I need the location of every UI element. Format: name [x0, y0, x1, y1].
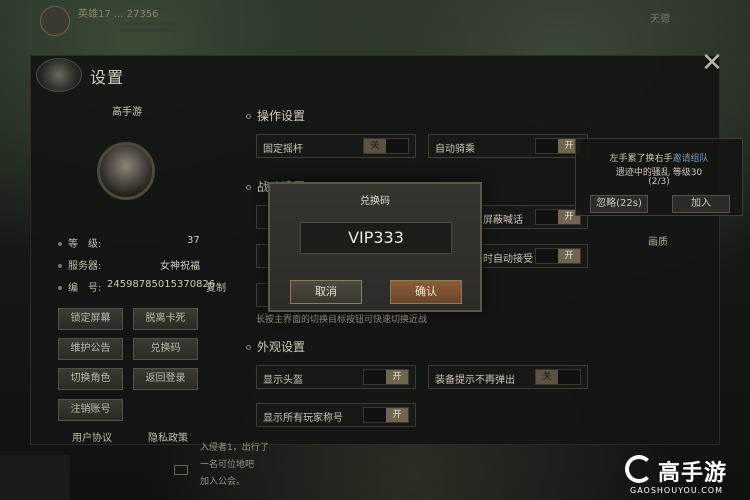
settings-emblem-icon: [36, 58, 82, 92]
delete-account-button[interactable]: 注销账号: [58, 399, 123, 421]
team-invite-text: 左手累了换右手邀请组队: [609, 154, 709, 164]
equip-tip-setting: 装备提示不再弹出 关: [428, 365, 588, 389]
watermark-logo-icon: [625, 455, 653, 483]
block-shout-label: 屏蔽喊话: [483, 215, 523, 226]
join-team-button[interactable]: 加入: [672, 195, 730, 213]
chat-line: 入侵者1，出行了: [200, 443, 269, 453]
chat-line: 加入公会。: [200, 477, 246, 487]
cancel-button[interactable]: 取消: [290, 280, 362, 304]
player-status-bars: [120, 22, 180, 34]
top-hud: 英雄17 ... 27356 天德: [0, 0, 750, 40]
profile-name: 高手游: [112, 107, 142, 118]
id-label: 编 号:: [68, 283, 102, 294]
appearance-section-title: 外观设置: [246, 338, 305, 355]
dialog-title: 兑换码: [360, 196, 390, 207]
redeem-code-dialog: 兑换码 VIP333 取消 确认: [268, 182, 482, 312]
close-button[interactable]: ✕: [700, 50, 724, 76]
maintenance-notice-button[interactable]: 维护公告: [58, 338, 123, 360]
auto-mount-label: 自动骑乘: [435, 144, 475, 155]
confirm-button[interactable]: 确认: [390, 280, 462, 304]
return-login-button[interactable]: 返回登录: [133, 368, 198, 390]
level-value: 37: [187, 235, 200, 246]
auto-mount-setting: 自动骑乘 开: [428, 134, 588, 158]
graphics-quality-label: 画质: [648, 237, 668, 248]
team-invite-popup: 左手累了换右手邀请组队 遗迹中的骚乱 等级30 (2/3) 忽略(22s) 加入: [575, 138, 743, 216]
switch-character-button[interactable]: 切换角色: [58, 368, 123, 390]
copy-id-button[interactable]: 复制: [206, 279, 226, 294]
mail-icon[interactable]: [174, 465, 188, 475]
server-value: 女神祝福: [160, 261, 200, 272]
server-row: 服务器:: [58, 257, 101, 272]
show-titles-setting: 显示所有玩家称号 开: [256, 403, 416, 427]
privacy-policy-link[interactable]: 隐私政策: [148, 429, 188, 444]
team-quest-progress: (2/3): [648, 177, 670, 187]
chat-box[interactable]: 入侵者1，出行了 一名可位地吧 加入公会。: [200, 440, 410, 487]
auto-accept-label: 时自动接受: [483, 254, 533, 265]
watermark-brand: 高手游: [658, 461, 728, 486]
id-value: 245987850153708​26: [107, 279, 216, 290]
hud-location: 天德: [650, 14, 670, 25]
fixed-joystick-toggle[interactable]: 关: [363, 138, 409, 154]
fixed-joystick-setting: 固定摇杆 关: [256, 134, 416, 158]
show-titles-toggle[interactable]: 开: [363, 407, 409, 423]
close-icon: ✕: [701, 48, 723, 78]
show-titles-label: 显示所有玩家称号: [263, 413, 343, 424]
equip-tip-toggle[interactable]: 关: [535, 369, 581, 385]
show-helmet-toggle[interactable]: 开: [363, 369, 409, 385]
watermark-domain: GAOSHOUYOU.COM: [630, 486, 724, 495]
show-helmet-setting: 显示头盔 开: [256, 365, 416, 389]
operation-section-title: 操作设置: [246, 107, 305, 124]
switch-target-hint: 长按主界面的切换目标按钮可快速切换近战: [256, 315, 428, 325]
auto-accept-toggle[interactable]: 开: [535, 248, 581, 264]
player-avatar[interactable]: [40, 6, 70, 36]
minimap[interactable]: [0, 455, 70, 500]
hud-right-label: 天德: [650, 10, 670, 25]
redeem-code-button[interactable]: 兑换码: [133, 338, 198, 360]
redeem-code-input[interactable]: VIP333: [300, 222, 452, 254]
lock-screen-button[interactable]: 锁定屏幕: [58, 308, 123, 330]
fixed-joystick-label: 固定摇杆: [263, 144, 303, 155]
chat-line: 一名可位地吧: [200, 460, 255, 470]
user-agreement-link[interactable]: 用户协议: [72, 429, 112, 444]
id-row: 编 号:: [58, 279, 101, 294]
settings-title: 设置: [90, 68, 125, 87]
player-name: 英雄17 ... 27356: [78, 9, 159, 20]
unstuck-button[interactable]: 脱离卡死: [133, 308, 198, 330]
show-helmet-label: 显示头盔: [263, 375, 303, 386]
character-portrait: [97, 142, 155, 200]
level-row: 等 级:: [58, 235, 101, 250]
equip-tip-label: 装备提示不再弹出: [435, 375, 515, 386]
server-label: 服务器:: [68, 261, 102, 272]
level-label: 等 级:: [68, 239, 102, 250]
ignore-invite-button[interactable]: 忽略(22s): [590, 195, 648, 213]
team-invite-highlight: 邀请组队: [672, 154, 709, 164]
